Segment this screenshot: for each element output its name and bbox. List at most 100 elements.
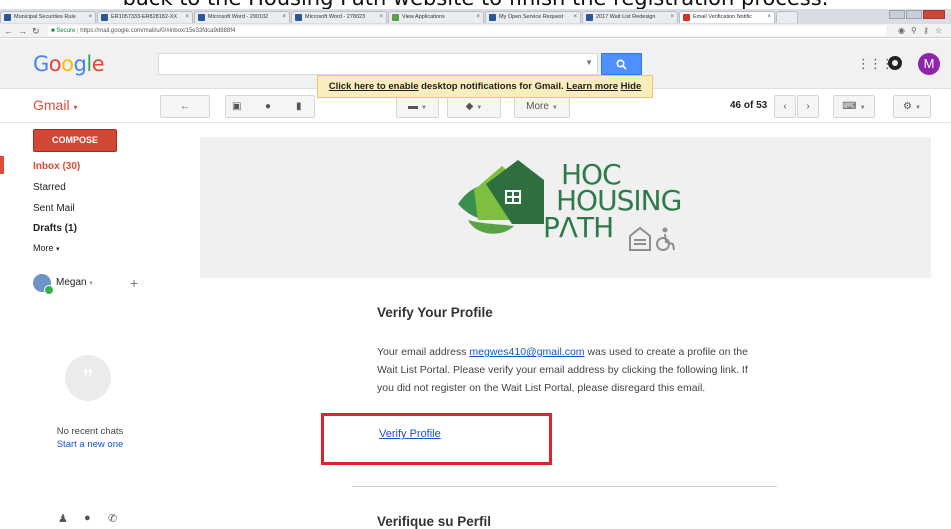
search-button[interactable]	[601, 53, 642, 75]
input-tools-button[interactable]: ⌨ ▼	[833, 95, 875, 118]
zoom-icon[interactable]: ⚲	[911, 26, 917, 36]
browser-tab[interactable]: View Applications ×	[388, 11, 484, 23]
labels-button[interactable]: ◆ ▼	[447, 95, 501, 118]
browser-tab[interactable]: Municipal Securities Rule ×	[0, 11, 96, 23]
close-window-button[interactable]	[923, 10, 945, 19]
google-logo-letter: o	[48, 52, 62, 76]
compose-button[interactable]: COMPOSE	[33, 129, 117, 152]
search-options-icon[interactable]: ▼	[585, 58, 593, 67]
caret-down-icon: ▾	[73, 103, 78, 112]
minimize-button[interactable]	[889, 10, 905, 19]
browser-tab[interactable]: ER1057333-ER828182-XX ×	[97, 11, 193, 23]
keyboard-icon: ⌨	[842, 101, 857, 112]
search-input[interactable]: ▼	[158, 53, 598, 75]
tab-favicon-icon	[295, 14, 302, 21]
tab-favicon-icon	[4, 14, 11, 21]
tab-favicon-icon	[101, 14, 108, 21]
tab-close-icon[interactable]: ×	[670, 12, 674, 23]
no-recent-chats-text: No recent chats	[56, 426, 124, 437]
nav-inbox[interactable]: Inbox (30)	[33, 161, 80, 172]
window-controls	[888, 10, 945, 20]
extension-icon[interactable]: ◉	[898, 26, 905, 36]
browser-tab-strip: Municipal Securities Rule × ER1057333-ER82…	[0, 9, 951, 24]
url-field[interactable]: ■ Secure | https://mail.google.com/mail/…	[48, 26, 886, 36]
more-label: More	[526, 101, 549, 112]
maximize-button[interactable]	[906, 10, 922, 19]
tab-label: 2017 Wait List Redesign	[596, 14, 656, 20]
learn-more-link[interactable]: Learn more	[566, 81, 618, 92]
nav-drafts[interactable]: Drafts (1)	[33, 223, 77, 234]
caret-down-icon: ▾	[56, 246, 60, 253]
section-divider	[352, 486, 777, 487]
browser-tab[interactable]: My Open Service Request ×	[485, 11, 581, 23]
google-logo[interactable]: Google	[33, 52, 105, 76]
enable-notifications-link[interactable]: Click here to enable	[329, 81, 419, 92]
older-button[interactable]: ›	[797, 95, 819, 118]
email-address-link[interactable]: megwes410@gmail.com	[469, 346, 584, 358]
delete-trash-icon: ▮	[296, 101, 302, 112]
secure-lock-icon: ■	[51, 28, 55, 34]
browser-tab[interactable]: Microsoft Word - 278023 ×	[291, 11, 387, 23]
hide-link[interactable]: Hide	[621, 81, 642, 92]
tab-close-icon[interactable]: ×	[282, 12, 286, 23]
nav-more[interactable]: More ▾	[33, 243, 60, 253]
start-new-chat-link[interactable]: Start a new one	[0, 439, 180, 450]
hangouts-chat-icon[interactable]: ●	[84, 512, 91, 524]
tab-close-icon[interactable]: ×	[185, 12, 189, 23]
tab-favicon-icon	[683, 14, 690, 21]
spanish-section-title: Verifique su Perfil	[377, 514, 492, 529]
chevron-left-icon: ‹	[783, 101, 787, 112]
tab-close-icon[interactable]: ×	[379, 12, 383, 23]
user-name: Megan	[56, 277, 87, 288]
google-logo-letter: o	[61, 52, 74, 76]
phone-call-icon[interactable]: ✆	[108, 512, 117, 525]
tab-label: ER1057333-ER828182-XX	[111, 14, 178, 20]
report-spam-icon: ●	[265, 101, 272, 112]
reload-icon[interactable]: ↻	[32, 25, 40, 37]
tab-close-icon[interactable]: ×	[767, 12, 771, 23]
forward-arrow-icon[interactable]: →	[18, 25, 27, 37]
nav-starred[interactable]: Starred	[33, 182, 66, 193]
tab-favicon-icon	[198, 14, 205, 21]
browser-tab[interactable]: 2017 Wait List Redesign ×	[582, 11, 678, 23]
more-actions-button[interactable]: More ▼	[514, 95, 570, 118]
contacts-person-icon[interactable]: ♟	[58, 512, 68, 525]
newer-button[interactable]: ‹	[774, 95, 796, 118]
star-bookmark-icon[interactable]: ☆	[935, 26, 942, 36]
back-arrow-icon[interactable]: ←	[4, 25, 13, 37]
tab-label: Microsoft Word - 290102	[208, 14, 269, 20]
verify-profile-link[interactable]: Verify Profile	[379, 428, 441, 440]
nav-more-label: More	[33, 243, 54, 253]
tab-label: My Open Service Request	[499, 14, 564, 20]
new-chat-plus-icon[interactable]: +	[130, 275, 138, 291]
tab-close-icon[interactable]: ×	[476, 12, 480, 23]
gmail-menu[interactable]: Gmail ▾	[33, 97, 77, 113]
address-bar: ← → ↻ ■ Secure | https://mail.google.com…	[0, 24, 951, 38]
google-logo-letter: e	[91, 52, 105, 76]
tab-close-icon[interactable]: ×	[88, 12, 92, 23]
browser-tab[interactable]: Microsoft Word - 290102 ×	[194, 11, 290, 23]
google-logo-letter: G	[33, 52, 49, 76]
search-icon	[616, 59, 627, 70]
url-text: https://mail.google.com/mail/u/0/#inbox/…	[80, 28, 236, 34]
message-pager: 46 of 53	[730, 100, 768, 111]
key-icon[interactable]: ⚷	[923, 26, 929, 36]
gmail-label: Gmail	[33, 97, 70, 113]
archive-button[interactable]: ▣ ● ▮	[225, 95, 315, 118]
folder-icon: ▬	[408, 101, 419, 112]
tab-label: Email Verification Notific	[693, 14, 752, 20]
user-name-wrap: Megan ▾	[56, 277, 93, 288]
new-tab-button[interactable]	[776, 11, 798, 23]
tab-favicon-icon	[586, 14, 593, 21]
back-to-inbox-button[interactable]: ←	[160, 95, 210, 118]
browser-tab[interactable]: Email Verification Notific ×	[679, 11, 775, 23]
settings-button[interactable]: ⚙ ▼	[893, 95, 931, 118]
account-avatar[interactable]: M	[918, 53, 940, 75]
toolbar-divider	[0, 122, 951, 123]
tab-close-icon[interactable]: ×	[573, 12, 577, 23]
notifications-icon[interactable]	[888, 56, 902, 70]
user-avatar-icon	[33, 274, 54, 295]
email-title: Verify Your Profile	[377, 305, 493, 320]
nav-sent-mail[interactable]: Sent Mail	[33, 203, 75, 214]
move-to-button[interactable]: ▬ ▼	[396, 95, 439, 118]
